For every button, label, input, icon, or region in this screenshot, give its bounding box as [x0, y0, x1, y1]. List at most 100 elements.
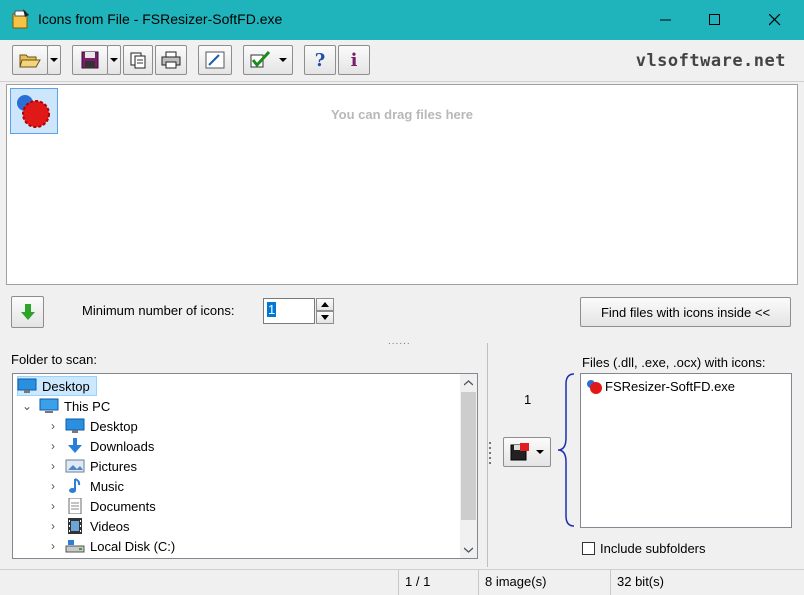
min-icons-input[interactable]: 1 — [263, 298, 315, 324]
computer-icon — [39, 398, 59, 414]
copy-button[interactable] — [123, 45, 153, 75]
folder-to-scan-label: Folder to scan: — [11, 352, 97, 367]
tree-item[interactable]: › Local Disk (C:) — [47, 536, 175, 556]
chevron-down-icon — [464, 547, 473, 553]
folder-open-icon — [19, 54, 41, 68]
tree-item[interactable]: ⌄ This PC — [21, 396, 110, 416]
save-disk-icon — [81, 51, 99, 69]
scroll-down-button[interactable] — [460, 541, 477, 558]
save-disk-icon — [510, 443, 529, 461]
chevron-down-icon — [279, 58, 287, 62]
include-subfolders-checkbox[interactable]: Include subfolders — [582, 541, 706, 556]
vertical-splitter-grip[interactable] — [488, 441, 492, 465]
tree-item-label: This PC — [64, 398, 111, 414]
include-subfolders-label: Include subfolders — [600, 541, 706, 556]
arrow-down-icon — [20, 304, 35, 320]
fsresizer-app-icon — [587, 380, 602, 394]
chevron-down-icon[interactable]: ⌄ — [21, 399, 33, 413]
tree-item-label: Downloads — [90, 438, 155, 454]
status-images: 8 image(s) — [478, 570, 610, 595]
select-button[interactable] — [243, 45, 293, 75]
folder-tree[interactable]: Desktop ⌄ This PC › Desktop › Downloads › Pictur… — [12, 373, 478, 559]
extract-save-button[interactable] — [503, 437, 551, 467]
desktop-icon — [65, 418, 85, 434]
image-edit-button[interactable] — [198, 45, 232, 75]
info-button[interactable]: i — [338, 45, 370, 75]
chevron-right-icon[interactable]: › — [47, 459, 59, 473]
status-bits: 32 bit(s) — [610, 570, 804, 595]
checkmark-icon — [250, 51, 271, 68]
drag-hint: You can drag files here — [330, 107, 474, 122]
down-arrow-button[interactable] — [11, 296, 44, 328]
files-list[interactable]: FSResizer-SoftFD.exe — [580, 373, 792, 528]
image-edit-icon — [205, 51, 225, 69]
save-button[interactable] — [72, 45, 108, 75]
tree-item-label: Pictures — [90, 458, 137, 474]
chevron-right-icon[interactable]: › — [47, 419, 59, 433]
brand-link[interactable]: vlsoftware.net — [636, 51, 786, 71]
status-bar: 1 / 1 8 image(s) 32 bit(s) — [0, 569, 804, 595]
tree-item-label: Desktop — [90, 418, 138, 434]
copy-icon — [130, 52, 146, 69]
tree-item[interactable]: › Music — [47, 476, 124, 496]
chevron-right-icon[interactable]: › — [47, 499, 59, 513]
tree-item[interactable]: › Pictures — [47, 456, 137, 476]
status-page: 1 / 1 — [398, 570, 478, 595]
file-count: 1 — [524, 392, 532, 407]
file-name: FSResizer-SoftFD.exe — [605, 378, 736, 394]
print-button[interactable] — [155, 45, 187, 75]
find-files-button[interactable]: Find files with icons inside << — [580, 297, 791, 327]
tree-item[interactable]: › Desktop — [47, 416, 138, 436]
minimize-icon — [660, 19, 671, 21]
print-icon — [161, 51, 181, 69]
save-dropdown-button[interactable] — [107, 45, 121, 75]
chevron-up-icon — [464, 379, 473, 385]
info-icon: i — [350, 49, 358, 71]
scroll-thumb[interactable] — [461, 392, 476, 520]
brace-connector — [557, 373, 575, 527]
tree-item[interactable]: Desktop — [17, 376, 90, 396]
hard-disk-icon — [65, 538, 85, 554]
open-button[interactable] — [12, 45, 48, 75]
tree-item-label: Documents — [90, 498, 156, 514]
tree-item-label: Desktop — [42, 378, 90, 394]
tree-item-label: Music — [90, 478, 124, 494]
pictures-icon — [65, 458, 85, 474]
document-icon — [65, 498, 85, 514]
icons-pane[interactable]: You can drag files here — [6, 84, 798, 285]
tree-item-label: Videos — [90, 518, 130, 534]
tree-item[interactable]: › Downloads — [47, 436, 154, 456]
checkbox-box[interactable] — [582, 542, 595, 555]
open-dropdown-button[interactable] — [47, 45, 61, 75]
film-icon — [65, 518, 85, 534]
download-arrow-icon — [65, 438, 85, 454]
min-icons-label: Minimum number of icons: — [82, 303, 235, 318]
desktop-icon — [17, 378, 37, 394]
chevron-down-icon — [321, 315, 329, 320]
app-icon — [12, 9, 30, 29]
spin-up-button[interactable] — [316, 298, 334, 311]
close-button[interactable] — [752, 0, 798, 40]
music-note-icon — [65, 478, 85, 494]
tree-scrollbar[interactable] — [460, 374, 477, 558]
help-icon: ? — [314, 49, 326, 71]
tree-item-label: Local Disk (C:) — [90, 538, 176, 554]
chevron-right-icon[interactable]: › — [47, 439, 59, 453]
spin-down-button[interactable] — [316, 311, 334, 324]
help-button[interactable]: ? — [304, 45, 336, 75]
list-item[interactable]: FSResizer-SoftFD.exe — [585, 378, 735, 394]
maximize-button[interactable] — [692, 0, 738, 40]
tree-item[interactable]: › Documents — [47, 496, 156, 516]
chevron-right-icon[interactable]: › — [47, 479, 59, 493]
maximize-icon — [709, 14, 720, 25]
scroll-up-button[interactable] — [460, 374, 477, 391]
chevron-right-icon[interactable]: › — [47, 539, 59, 553]
chevron-right-icon[interactable]: › — [47, 519, 59, 533]
chevron-up-icon — [321, 302, 329, 307]
icon-thumbnail[interactable] — [10, 88, 58, 134]
tree-item[interactable]: › Videos — [47, 516, 130, 536]
status-empty — [0, 570, 398, 595]
minimize-button[interactable] — [643, 0, 689, 40]
files-label: Files (.dll, .exe, .ocx) with icons: — [582, 355, 766, 370]
close-icon — [769, 14, 781, 26]
